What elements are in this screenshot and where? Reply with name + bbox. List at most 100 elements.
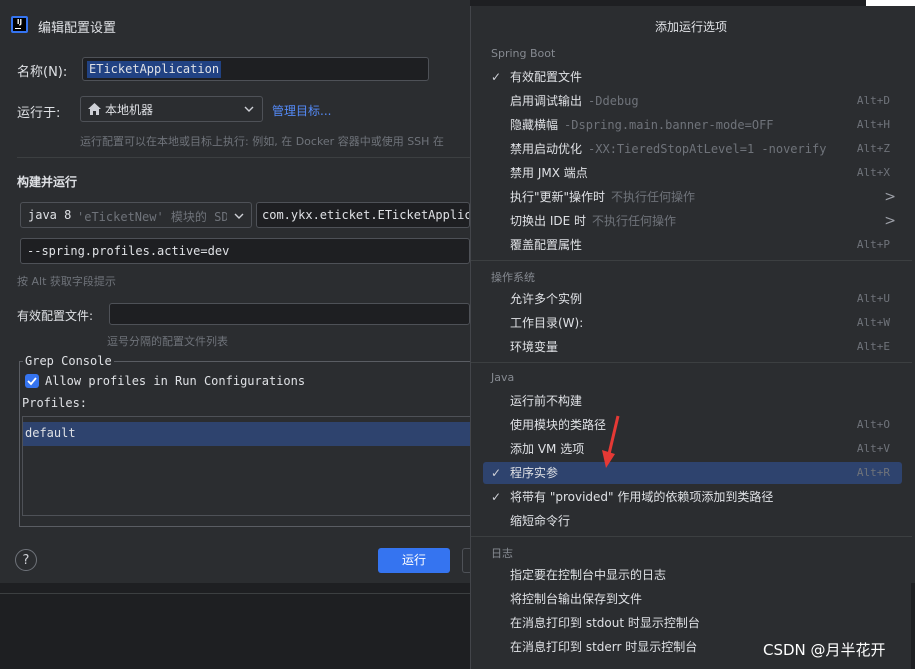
group-separator [471, 536, 912, 537]
list-item[interactable]: default [23, 422, 470, 446]
active-profiles-hint: 逗号分隔的配置文件列表 [107, 335, 228, 348]
menu-item-shortcut: Alt+Z [856, 142, 890, 155]
allow-profiles-checkbox[interactable] [25, 374, 39, 388]
menu-item[interactable]: 添加 VM 选项 Alt+V [483, 438, 902, 460]
chevron-right-icon: > [884, 189, 896, 205]
cancel-button-edge[interactable] [462, 548, 470, 573]
menu-item-label: 使用模块的类路径 [510, 414, 606, 436]
menu-item-text: 禁用 JMX 端点 [510, 166, 588, 180]
menu-item-text: 添加 VM 选项 [510, 442, 585, 456]
menu-item[interactable]: ✓ 将带有 "provided" 作用域的依赖项添加到类路径 [483, 486, 902, 508]
menu-item-label: 指定要在控制台中显示的日志 [510, 564, 666, 586]
menu-item[interactable]: 禁用 JMX 端点 Alt+X [483, 162, 902, 184]
menu-item-text: 执行"更新"操作时 [510, 190, 606, 204]
menu-item[interactable]: 隐藏横幅 -Dspring.main.banner-mode=OFF Alt+H [483, 114, 902, 136]
menu-item-label: 环境变量 [510, 336, 558, 358]
help-button[interactable]: ? [15, 549, 37, 571]
menu-item[interactable]: 启用调试输出 -Ddebug Alt+D [483, 90, 902, 112]
run-on-value: 本地机器 [105, 103, 154, 117]
menu-item-text: 运行前不构建 [510, 394, 583, 408]
menu-item-shortcut: Alt+R [856, 466, 890, 479]
menu-item-label: 在消息打印到 stderr 时显示控制台 [510, 636, 697, 658]
menu-item-label: 隐藏横幅 -Dspring.main.banner-mode=OFF [510, 114, 774, 136]
group-header: 日志 [491, 547, 513, 560]
menu-item-text: 有效配置文件 [510, 70, 583, 84]
group-header: Spring Boot [491, 47, 556, 60]
watermark: CSDN @月半花开 [763, 641, 886, 659]
active-profiles-label: 有效配置文件: [17, 309, 94, 323]
run-on-select[interactable]: 本地机器 [80, 96, 263, 122]
menu-item-text: 在消息打印到 stderr 时显示控制台 [510, 640, 698, 654]
grep-console-title: Grep Console [23, 354, 114, 368]
menu-item[interactable]: 执行"更新"操作时 不执行任何操作 > [483, 186, 902, 208]
menu-item-text: 切换出 IDE 时 [510, 214, 586, 228]
menu-item[interactable]: 将控制台输出保存到文件 [483, 588, 902, 610]
menu-item-text: 环境变量 [510, 340, 559, 354]
menu-item-label: 启用调试输出 -Ddebug [510, 90, 639, 112]
menu-item-label: 在消息打印到 stdout 时显示控制台 [510, 612, 700, 634]
menu-item-hint: 不执行任何操作 [592, 214, 677, 228]
menu-item[interactable]: 覆盖配置属性 Alt+P [483, 234, 902, 256]
menu-item-label: 执行"更新"操作时 不执行任何操作 [510, 186, 695, 208]
name-label: 名称(N): [17, 65, 68, 80]
popup-title: 添加运行选项 [654, 20, 727, 34]
alt-hint: 按 Alt 获取字段提示 [17, 275, 116, 288]
menu-item[interactable]: ✓ 有效配置文件 [483, 66, 902, 88]
check-icon: ✓ [491, 70, 502, 84]
menu-item-text: 程序实参 [510, 466, 559, 480]
menu-item[interactable]: 切换出 IDE 时不执行任何操作 > [483, 210, 902, 232]
name-input[interactable]: ETicketApplication [82, 57, 429, 81]
menu-item[interactable]: ✓ 程序实参 Alt+R [483, 462, 902, 484]
menu-item[interactable]: 禁用启动优化 -XX:TieredStopAtLevel=1 -noverify A… [483, 138, 902, 160]
annotation-arrow-icon [602, 415, 620, 468]
menu-item-label: 禁用启动优化 -XX:TieredStopAtLevel=1 -noverify [510, 138, 826, 160]
run-button[interactable]: 运行 [378, 548, 450, 573]
active-profiles-input[interactable] [109, 303, 470, 325]
intellij-logo-icon: IJ [11, 16, 28, 33]
menu-item-text: 使用模块的类路径 [510, 418, 607, 432]
manage-targets-link[interactable]: 管理目标... [272, 102, 331, 119]
allow-profiles-label: Allow profiles in Run Configurations [45, 374, 306, 388]
profile-item-default: default [25, 426, 76, 440]
menu-item-text: 覆盖配置属性 [510, 238, 583, 252]
menu-item-label: 程序实参 [510, 462, 558, 484]
add-run-options-popup: 添加运行选项 Spring Boot ✓ 有效配置文件 启用调试输出 -Ddebug Al… [470, 6, 912, 669]
menu-item-label: 覆盖配置属性 [510, 234, 582, 256]
chevron-down-icon [234, 213, 244, 219]
menu-item-label: 工作目录(W): [510, 312, 583, 334]
menu-item[interactable]: 在消息打印到 stdout 时显示控制台 [483, 612, 902, 634]
run-on-label: 运行于: [17, 106, 61, 121]
check-icon: ✓ [491, 466, 502, 480]
menu-item-label: 将控制台输出保存到文件 [510, 588, 642, 610]
menu-item-text: 在消息打印到 stdout 时显示控制台 [510, 616, 700, 630]
menu-item-label: 允许多个实例 [510, 288, 582, 310]
main-class-value: com.ykx.eticket.ETicketApplicatio [262, 208, 469, 222]
build-run-title: 构建并运行 [17, 175, 78, 189]
menu-item-label: 运行前不构建 [510, 390, 582, 412]
chevron-down-icon [244, 106, 254, 112]
menu-item-text: 工作目录(W): [510, 316, 584, 330]
program-args-input[interactable]: --spring.profiles.active=dev [20, 238, 470, 264]
menu-item[interactable]: 运行前不构建 [483, 390, 902, 412]
menu-item-text: 禁用启动优化 [510, 142, 583, 156]
menu-item[interactable]: 指定要在控制台中显示的日志 [483, 564, 902, 586]
jdk-select[interactable]: java 8 'eTicketNew' 模块的 SDK [20, 202, 252, 228]
menu-item-shortcut: Alt+V [856, 442, 890, 455]
menu-item-shortcut: Alt+O [856, 418, 890, 431]
menu-item-text: 将带有 "provided" 作用域的依赖项添加到类路径 [510, 490, 774, 504]
menu-item[interactable]: 允许多个实例 Alt+U [483, 288, 902, 310]
profiles-list[interactable]: default [22, 416, 470, 516]
menu-item-text: 启用调试输出 [510, 94, 583, 108]
menu-item-text: 缩短命令行 [510, 514, 571, 528]
menu-item[interactable]: 缩短命令行 [483, 510, 902, 532]
menu-item-shortcut: Alt+H [856, 118, 890, 131]
menu-item[interactable]: 工作目录(W): Alt+W [483, 312, 902, 334]
menu-item[interactable]: 环境变量 Alt+E [483, 336, 902, 358]
menu-item-shortcut: Alt+P [856, 238, 890, 251]
name-input-value: ETicketApplication [87, 61, 222, 78]
main-class-input[interactable]: com.ykx.eticket.ETicketApplicatio [256, 202, 470, 228]
menu-item-text: 将控制台输出保存到文件 [510, 592, 643, 606]
menu-item[interactable]: 使用模块的类路径 Alt+O [483, 414, 902, 436]
menu-item-label: 禁用 JMX 端点 [510, 162, 588, 184]
divider [17, 157, 470, 158]
